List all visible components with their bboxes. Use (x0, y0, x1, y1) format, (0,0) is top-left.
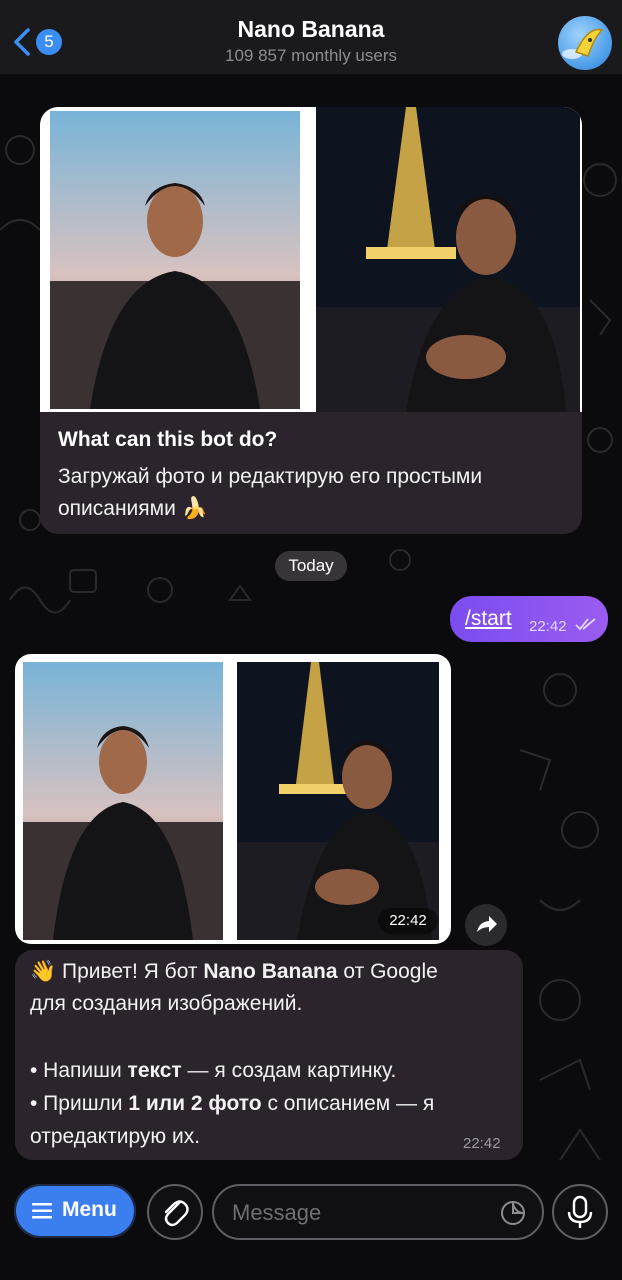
reply-line-1: 👋 Привет! Я бот Nano Banana от Google (30, 960, 438, 983)
banana-avatar-icon[interactable] (558, 16, 612, 70)
image-time: 22:42 (378, 908, 438, 934)
microphone-icon (567, 1195, 593, 1228)
outgoing-message[interactable]: /start 22:42 (450, 596, 608, 642)
message-time: 22:42 (463, 1135, 501, 1152)
double-check-icon (575, 618, 596, 631)
reply-line-5: отредактирую их. (30, 1125, 201, 1148)
date-separator: Today (275, 551, 347, 581)
reply-line-2: для создания изображений. (30, 992, 303, 1015)
bot-intro-card: What can this bot do? Загружай фото и ре… (40, 107, 582, 534)
incoming-image-album[interactable] (15, 654, 451, 944)
intro-description: Загружай фото и редактирую его простыми … (58, 465, 483, 520)
reply-bullet-2: • Пришли 1 или 2 фото с описанием — я (30, 1092, 435, 1115)
message-input[interactable] (230, 1196, 494, 1230)
sticker-icon[interactable] (500, 1200, 526, 1226)
reply-bullet-1: • Напиши текст — я создам картинку. (30, 1059, 397, 1082)
share-button[interactable] (465, 904, 507, 946)
after-photo[interactable] (237, 662, 439, 940)
attach-button[interactable] (147, 1184, 203, 1240)
voice-button[interactable] (552, 1184, 608, 1240)
intro-images (40, 107, 582, 412)
attach-icon (164, 1200, 189, 1227)
after-photo[interactable] (316, 107, 580, 412)
before-photo[interactable] (50, 111, 300, 409)
start-command-link[interactable]: /start (465, 607, 512, 631)
share-icon (477, 916, 497, 932)
chat-title[interactable]: Nano Banana (0, 16, 622, 43)
intro-title: What can this bot do? (58, 428, 278, 451)
menu-label: Menu (62, 1198, 117, 1221)
before-photo[interactable] (23, 662, 223, 940)
chat-header: 5 Nano Banana 109 857 monthly users (0, 0, 622, 74)
bot-reply-message: 👋 Привет! Я бот Nano Banana от Google дл… (15, 950, 523, 1160)
chat-subtitle: 109 857 monthly users (225, 46, 397, 65)
message-time: 22:42 (529, 618, 567, 635)
menu-button[interactable]: Menu (14, 1184, 136, 1238)
hamburger-icon (32, 1203, 52, 1219)
message-field[interactable] (212, 1184, 544, 1240)
